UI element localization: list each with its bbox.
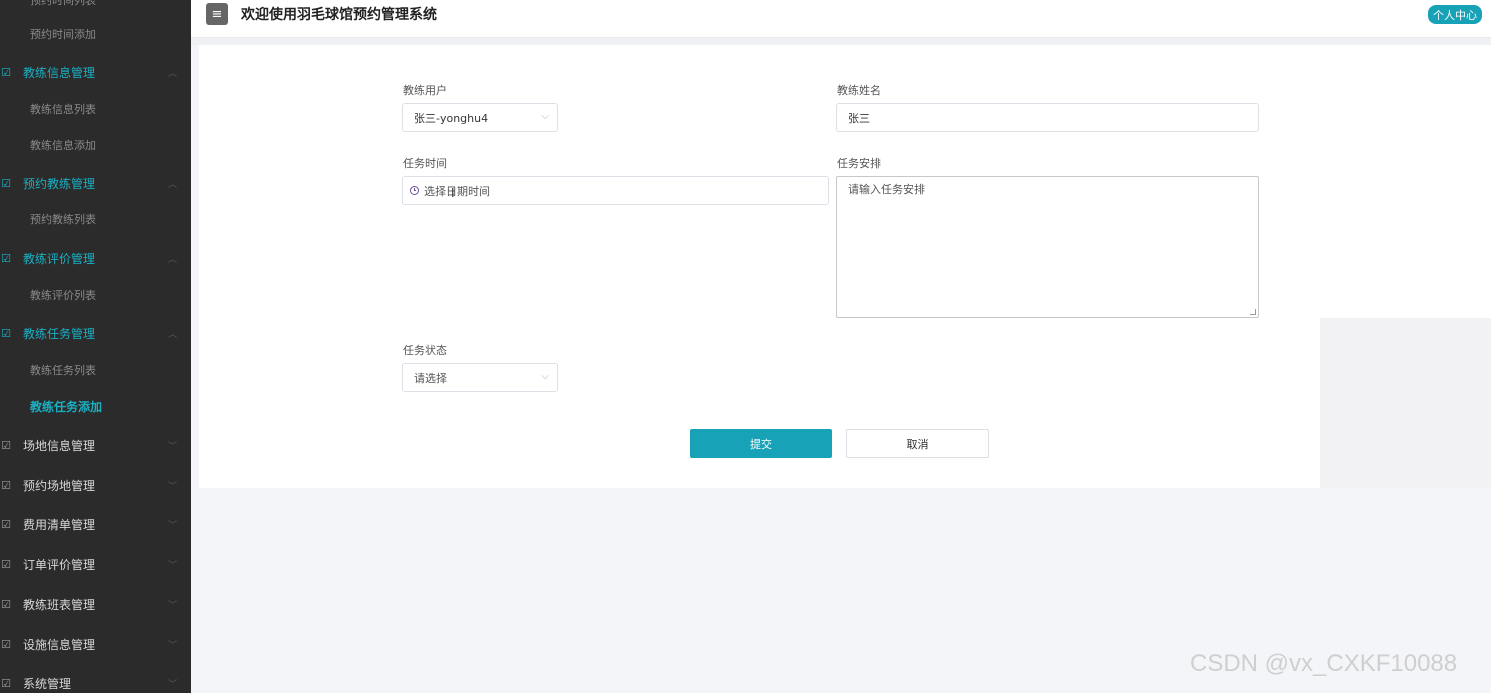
watermark: CSDN @vx_CXKF10088 <box>1190 650 1458 677</box>
edit-icon: ☑ <box>1 176 11 190</box>
page-title: 欢迎使用羽毛球馆预约管理系统 <box>241 7 437 23</box>
profile-center-button[interactable]: 个人中心 <box>1428 5 1482 24</box>
sidebar-item-label: 教练任务添加 <box>30 399 103 414</box>
chevron-up-icon: ︿ <box>168 254 178 265</box>
form-panel-extension <box>1320 45 1491 318</box>
resize-handle-icon[interactable] <box>1250 309 1256 315</box>
sidebar-item-4[interactable]: 教练信息添加 <box>0 130 191 160</box>
text-cursor-icon: I <box>451 186 455 200</box>
sidebar-group-label: 教练班表管理 <box>23 597 96 612</box>
sidebar: 预约时间列表预约时间添加 ☑ 教练信息管理 ︿ 教练信息列表 教练信息添加 ☑ 预约教练管理 ︿… <box>0 0 191 693</box>
coach-user-select[interactable]: 张三-yonghu4 ⌵ <box>402 103 558 132</box>
chevron-down-icon: ﹀ <box>168 679 178 690</box>
chevron-down-icon: ﹀ <box>168 441 178 452</box>
sidebar-item-10[interactable]: 教练任务列表 <box>0 355 191 385</box>
sidebar-item-label: 预约时间列表 <box>30 0 96 7</box>
task-status-placeholder: 请选择 <box>414 371 447 385</box>
sidebar-group-label: 系统管理 <box>23 676 72 691</box>
sidebar-group-5[interactable]: ☑ 预约教练管理 ︿ <box>0 168 191 198</box>
edit-icon: ☑ <box>1 65 11 79</box>
sidebar-group-7[interactable]: ☑ 教练评价管理 ︿ <box>0 243 191 273</box>
sidebar-group-label: 预约教练管理 <box>23 176 96 191</box>
clock-icon <box>410 186 419 195</box>
chevron-down-icon: ⌵ <box>541 111 549 122</box>
sidebar-group-17[interactable]: ☑ 设施信息管理 ﹀ <box>0 629 191 659</box>
coach-user-label: 教练用户 <box>403 84 447 97</box>
sidebar-group-15[interactable]: ☑ 订单评价管理 ﹀ <box>0 549 191 579</box>
chevron-down-icon: ⌵ <box>541 371 549 382</box>
sidebar-item-label: 教练信息列表 <box>30 103 96 116</box>
sidebar-group-2[interactable]: ☑ 教练信息管理 ︿ <box>0 57 191 87</box>
sidebar-item-label: 预约教练列表 <box>30 213 96 226</box>
task-plan-label: 任务安排 <box>837 157 881 170</box>
coach-name-value: 张三 <box>848 111 870 125</box>
sidebar-group-label: 费用清单管理 <box>23 517 96 532</box>
top-header: ≡ 欢迎使用羽毛球馆预约管理系统 个人中心 <box>191 0 1491 38</box>
sidebar-group-label: 教练评价管理 <box>23 251 96 266</box>
header-divider <box>191 38 1491 45</box>
coach-name-input[interactable]: 张三 <box>836 103 1259 132</box>
sidebar-group-18[interactable]: ☑ 系统管理 ﹀ <box>0 668 191 693</box>
sidebar-item-0[interactable]: 预约时间列表 <box>0 0 191 15</box>
hamburger-icon[interactable]: ≡ <box>206 3 228 25</box>
sidebar-item-8[interactable]: 教练评价列表 <box>0 280 191 310</box>
sidebar-group-12[interactable]: ☑ 场地信息管理 ﹀ <box>0 430 191 460</box>
edit-icon: ☑ <box>1 517 11 531</box>
cancel-button[interactable]: 取消 <box>846 429 989 458</box>
coach-user-value: 张三-yonghu4 <box>414 111 489 125</box>
chevron-down-icon: ﹀ <box>168 520 178 531</box>
sidebar-item-1[interactable]: 预约时间添加 <box>0 19 191 49</box>
edit-icon: ☑ <box>1 438 11 452</box>
task-time-label: 任务时间 <box>403 157 447 170</box>
sidebar-group-label: 教练任务管理 <box>23 326 96 341</box>
sidebar-item-6[interactable]: 预约教练列表 <box>0 204 191 234</box>
task-plan-placeholder: 请输入任务安排 <box>848 183 925 196</box>
background-area <box>1320 318 1491 488</box>
sidebar-item-11[interactable]: 教练任务添加 <box>0 391 191 421</box>
chevron-down-icon: ﹀ <box>168 560 178 571</box>
chevron-up-icon: ︿ <box>168 68 178 79</box>
chevron-down-icon: ﹀ <box>168 600 178 611</box>
task-status-select[interactable]: 请选择 ⌵ <box>402 363 558 392</box>
sidebar-item-label: 教练信息添加 <box>30 139 96 152</box>
sidebar-group-label: 场地信息管理 <box>23 438 96 453</box>
sidebar-group-label: 订单评价管理 <box>23 557 96 572</box>
edit-icon: ☑ <box>1 637 11 651</box>
sidebar-item-3[interactable]: 教练信息列表 <box>0 94 191 124</box>
edit-icon: ☑ <box>1 597 11 611</box>
chevron-up-icon: ︿ <box>168 179 178 190</box>
task-time-picker[interactable]: 选择日期时间 <box>402 176 829 205</box>
edit-icon: ☑ <box>1 251 11 265</box>
sidebar-group-13[interactable]: ☑ 预约场地管理 ﹀ <box>0 470 191 500</box>
task-time-placeholder: 选择日期时间 <box>424 184 490 198</box>
edit-icon: ☑ <box>1 326 11 340</box>
edit-icon: ☑ <box>1 676 11 690</box>
task-status-label: 任务状态 <box>403 344 447 357</box>
coach-name-label: 教练姓名 <box>837 84 881 97</box>
submit-button[interactable]: 提交 <box>690 429 832 458</box>
sidebar-group-label: 教练信息管理 <box>23 65 96 80</box>
sidebar-group-label: 设施信息管理 <box>23 637 96 652</box>
sidebar-item-label: 预约时间添加 <box>30 28 96 41</box>
task-plan-textarea[interactable]: 请输入任务安排 <box>836 176 1259 318</box>
edit-icon: ☑ <box>1 557 11 571</box>
chevron-up-icon: ︿ <box>168 329 178 340</box>
sidebar-item-label: 教练评价列表 <box>30 289 96 302</box>
sidebar-group-16[interactable]: ☑ 教练班表管理 ﹀ <box>0 589 191 619</box>
sidebar-item-label: 教练任务列表 <box>30 364 96 377</box>
edit-icon: ☑ <box>1 478 11 492</box>
sidebar-group-14[interactable]: ☑ 费用清单管理 ﹀ <box>0 509 191 539</box>
chevron-down-icon: ﹀ <box>168 640 178 651</box>
sidebar-group-label: 预约场地管理 <box>23 478 96 493</box>
sidebar-group-9[interactable]: ☑ 教练任务管理 ︿ <box>0 318 191 348</box>
chevron-down-icon: ﹀ <box>168 481 178 492</box>
